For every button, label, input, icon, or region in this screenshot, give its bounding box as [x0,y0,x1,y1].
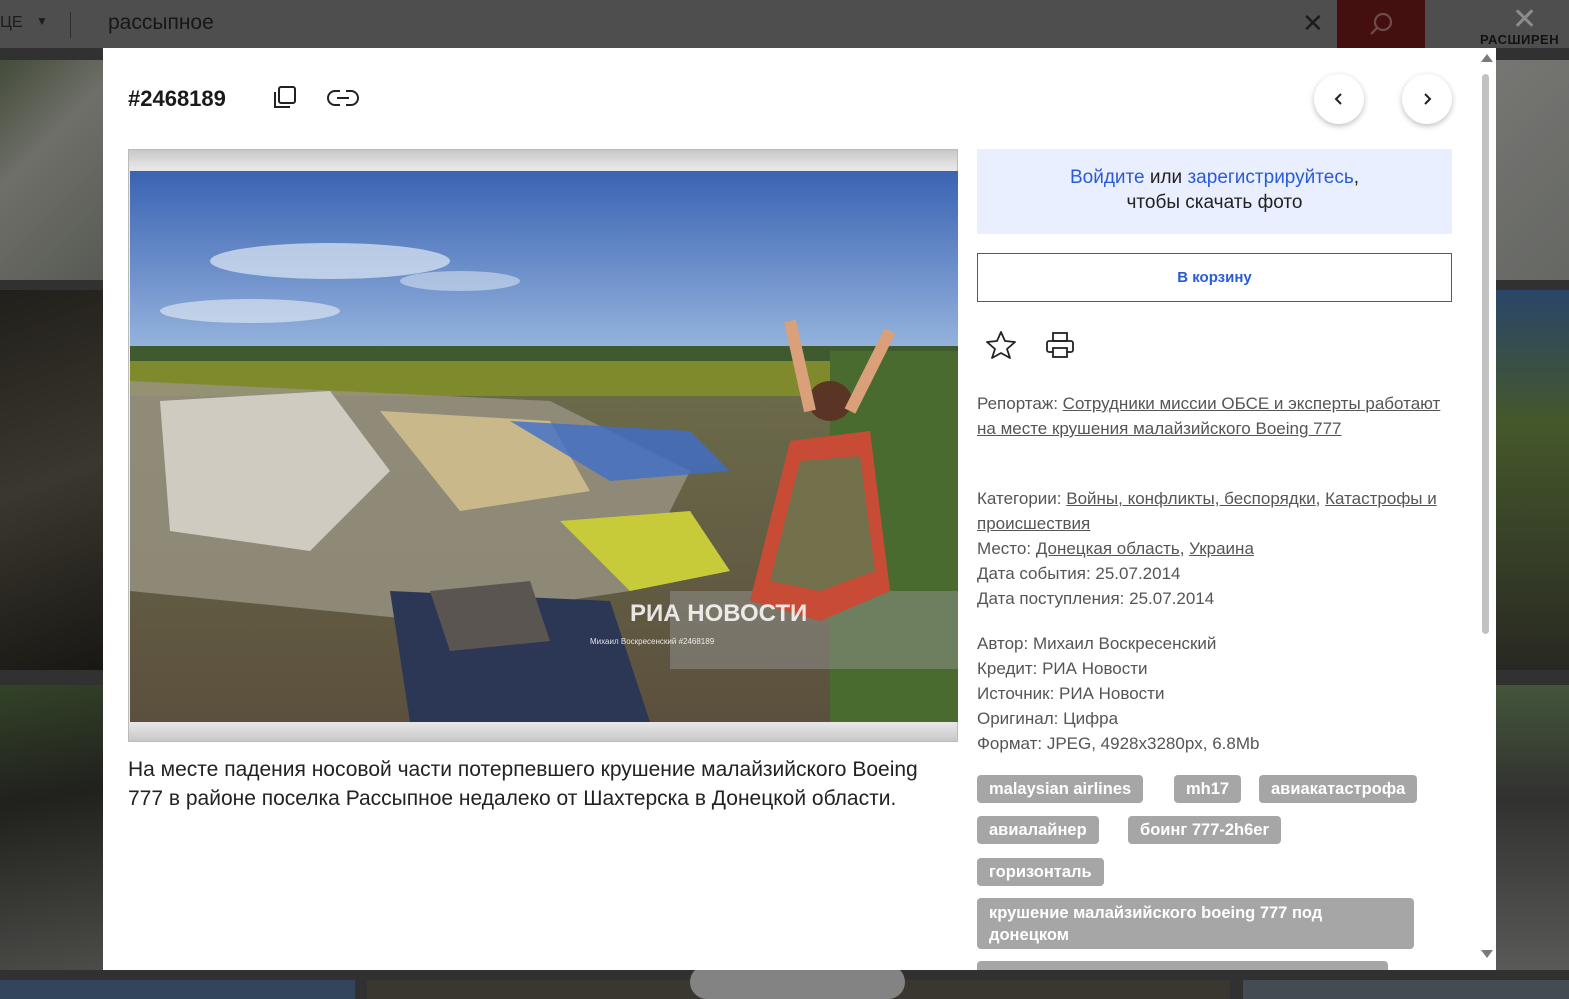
photo-id: #2468189 [128,86,226,111]
category-link[interactable]: Войны, конфликты, беспорядки [1066,489,1315,508]
photo-modal: #2468189 РИА НОВОСТИ Михаил Воскресенски… [103,48,1496,970]
copy-icon[interactable] [271,85,299,116]
author-info: Автор: Михаил Воскресенский [977,634,1217,653]
report-label: Репортаж: [977,394,1058,413]
categories-info: Категории: Войны, конфликты, беспорядки,… [977,489,1437,533]
original-info: Оригинал: Цифра [977,709,1119,728]
tag[interactable]: mh17 [1174,775,1242,803]
login-link[interactable]: Войдите [1070,167,1145,188]
print-icon[interactable] [1045,330,1075,365]
photo-watermark-credit: Михаил Воскресенский #2468189 [590,637,715,646]
star-icon[interactable] [986,330,1016,365]
tag[interactable]: горизонталь [977,858,1104,886]
credit-info: Кредит: РИА Новости [977,659,1148,678]
tag[interactable] [977,961,1268,970]
prev-photo-button[interactable] [1314,74,1364,124]
scroll-thumb[interactable] [1482,74,1489,634]
received-date: Дата поступления: 25.07.2014 [977,589,1215,608]
main-photo[interactable]: РИА НОВОСТИ Михаил Воскресенский #246818… [130,171,958,722]
event-date: Дата события: 25.07.2014 [977,564,1181,583]
next-photo-button[interactable] [1402,74,1452,124]
tag[interactable]: авиалайнер [977,816,1099,844]
place-link[interactable]: Донецкая область [1036,539,1180,558]
tag[interactable]: боинг 777-2h6er [1128,816,1281,844]
tag[interactable] [1258,961,1388,970]
chevron-right-icon [1424,93,1432,105]
photo-caption: На месте падения носовой части потерпевш… [128,758,918,810]
login-comma: , [1353,167,1360,188]
chevron-left-icon [1334,93,1342,105]
add-to-cart-button[interactable]: В корзину [977,253,1452,302]
photo-watermark: РИА НОВОСТИ [630,600,807,627]
categories-label: Категории: [977,489,1062,508]
source-info: Источник: РИА Новости [977,684,1165,703]
login-suffix-text: чтобы скачать фото [1126,192,1303,213]
scroll-down-icon[interactable] [1479,948,1495,960]
tag[interactable]: malaysian airlines [977,775,1144,803]
place-link[interactable]: Украина [1189,539,1254,558]
format-info: Формат: JPEG, 4928x3280px, 6.8Mb [977,734,1260,753]
place-info: Место: Донецкая область, Украина [977,539,1254,558]
login-or-text: или [1149,167,1183,188]
place-label: Место: [977,539,1032,558]
login-prompt: Войдите или зарегистрируйтесь, чтобы ска… [977,149,1452,234]
tag[interactable]: крушение малайзийского boeing 777 под до… [977,898,1414,949]
report-info: Репортаж: Сотрудники миссии ОБСЕ и экспе… [977,391,1452,441]
register-link[interactable]: зарегистрируйтесь [1187,167,1353,188]
scroll-up-icon[interactable] [1479,52,1495,64]
modal-scrollbar[interactable] [1477,52,1493,962]
tag[interactable]: авиакатастрофа [1259,775,1418,803]
photo-frame: РИА НОВОСТИ Михаил Воскресенский #246818… [128,149,958,742]
link-icon[interactable] [326,87,360,114]
